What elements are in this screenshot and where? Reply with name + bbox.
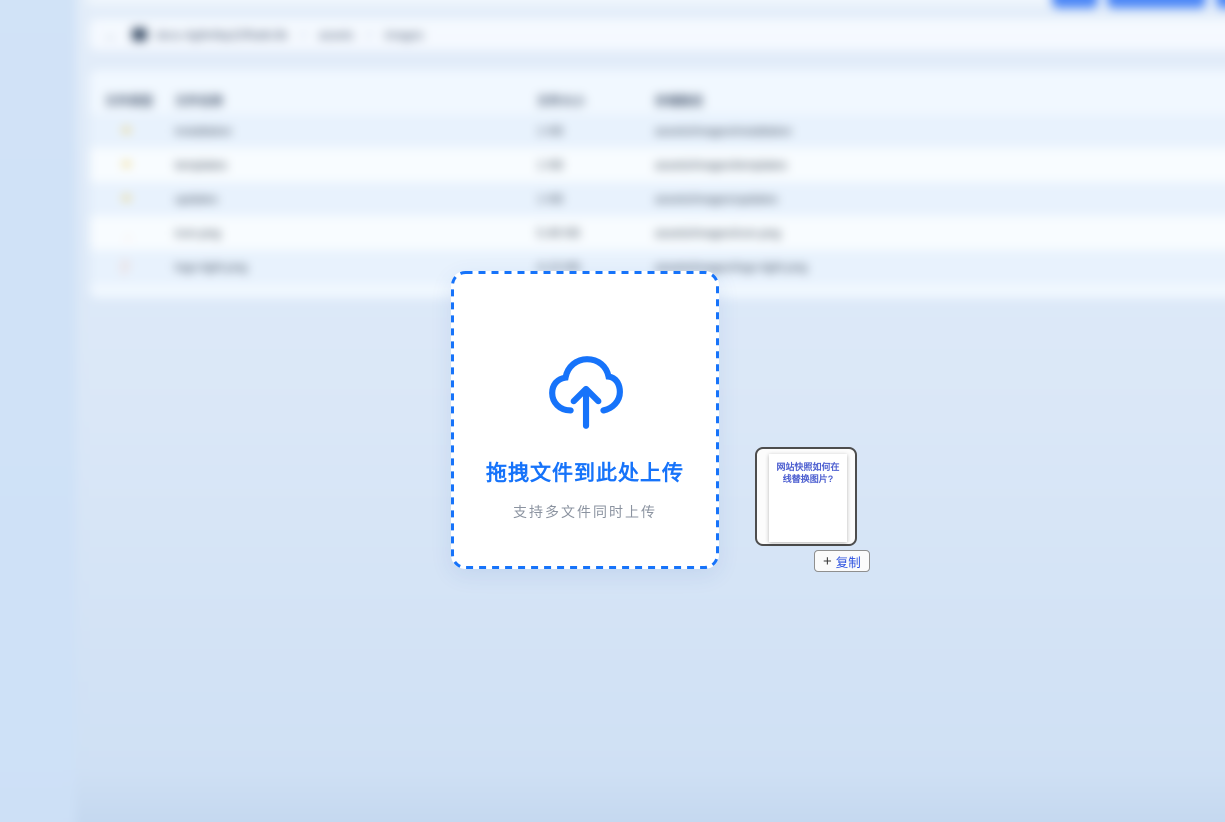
- snapshot-page: 网站快照如何在线替换图片?: [769, 454, 847, 542]
- back-icon[interactable]: ←: [104, 27, 118, 43]
- drag-drop-upload-screen: ← docs-4g9n0kp22f5a8c3b / assets / image…: [0, 0, 1225, 822]
- toolbar-button-primary[interactable]: [1107, 0, 1206, 8]
- file-size: 5.49 KB: [537, 226, 580, 240]
- file-size: 1 KB: [537, 192, 563, 206]
- table-row[interactable]: icon.png 5.49 KB assets/images/icon.png: [90, 216, 1225, 250]
- plus-icon: +: [823, 554, 832, 569]
- file-name[interactable]: updates: [175, 192, 218, 206]
- table-row[interactable]: installation 1 KB assets/images/installa…: [90, 114, 1225, 148]
- copy-badge-label: 复制: [836, 552, 861, 571]
- breadcrumb-separator: /: [301, 28, 304, 42]
- image-faded-icon: [123, 260, 125, 274]
- file-name[interactable]: installation: [175, 124, 232, 138]
- column-header-file-size[interactable]: 文件大小: [537, 92, 585, 109]
- file-name[interactable]: templates: [175, 158, 227, 172]
- column-header-file-path[interactable]: 存储路径: [655, 92, 703, 109]
- breadcrumb-item-assets[interactable]: assets: [319, 28, 354, 42]
- sidebar: [0, 0, 76, 822]
- file-path: assets/images/templates: [655, 158, 787, 172]
- file-path: assets/images/installation: [655, 124, 792, 138]
- file-path: assets/images/updates: [655, 192, 778, 206]
- dropzone-title: 拖拽文件到此处上传: [486, 457, 684, 487]
- breadcrumb-separator: /: [367, 28, 370, 42]
- toolbar-button-small[interactable]: [1052, 0, 1098, 8]
- file-size: 1 KB: [537, 158, 563, 172]
- table-row[interactable]: updates 1 KB assets/images/updates: [90, 182, 1225, 216]
- file-name[interactable]: icon.png: [175, 226, 220, 240]
- column-header-file-name[interactable]: 文件名称: [175, 92, 223, 109]
- table-header-row: 文件类型 文件名称 文件大小 存储路径: [90, 70, 1225, 114]
- column-header-file-type[interactable]: 文件类型: [105, 92, 153, 109]
- dropzone-subtitle: 支持多文件同时上传: [513, 502, 657, 522]
- file-size: 1 KB: [537, 124, 563, 138]
- copy-badge: + 复制: [814, 550, 870, 572]
- upload-dropzone[interactable]: 拖拽文件到此处上传 支持多文件同时上传: [451, 271, 719, 569]
- table-row[interactable]: templates 1 KB assets/images/templates: [90, 148, 1225, 182]
- cloud-upload-icon: [546, 353, 624, 433]
- toolbar-button-edge[interactable]: [1216, 0, 1225, 8]
- file-table: 文件类型 文件名称 文件大小 存储路径 installation 1 KB as…: [90, 70, 1225, 298]
- breadcrumb: ← docs-4g9n0kp22f5a8c3b / assets / image…: [90, 19, 1225, 50]
- breadcrumb-bucket[interactable]: docs-4g9n0kp22f5a8c3b: [156, 28, 287, 42]
- drag-preview-card[interactable]: 网站快照如何在线替换图片?: [755, 447, 857, 546]
- bucket-icon: [132, 28, 147, 41]
- file-path: assets/images/icon.png: [655, 226, 780, 240]
- breadcrumb-item-images[interactable]: images: [385, 28, 424, 42]
- snapshot-title: 网站快照如何在线替换图片?: [776, 462, 839, 484]
- file-name[interactable]: logo-light.png: [175, 260, 247, 274]
